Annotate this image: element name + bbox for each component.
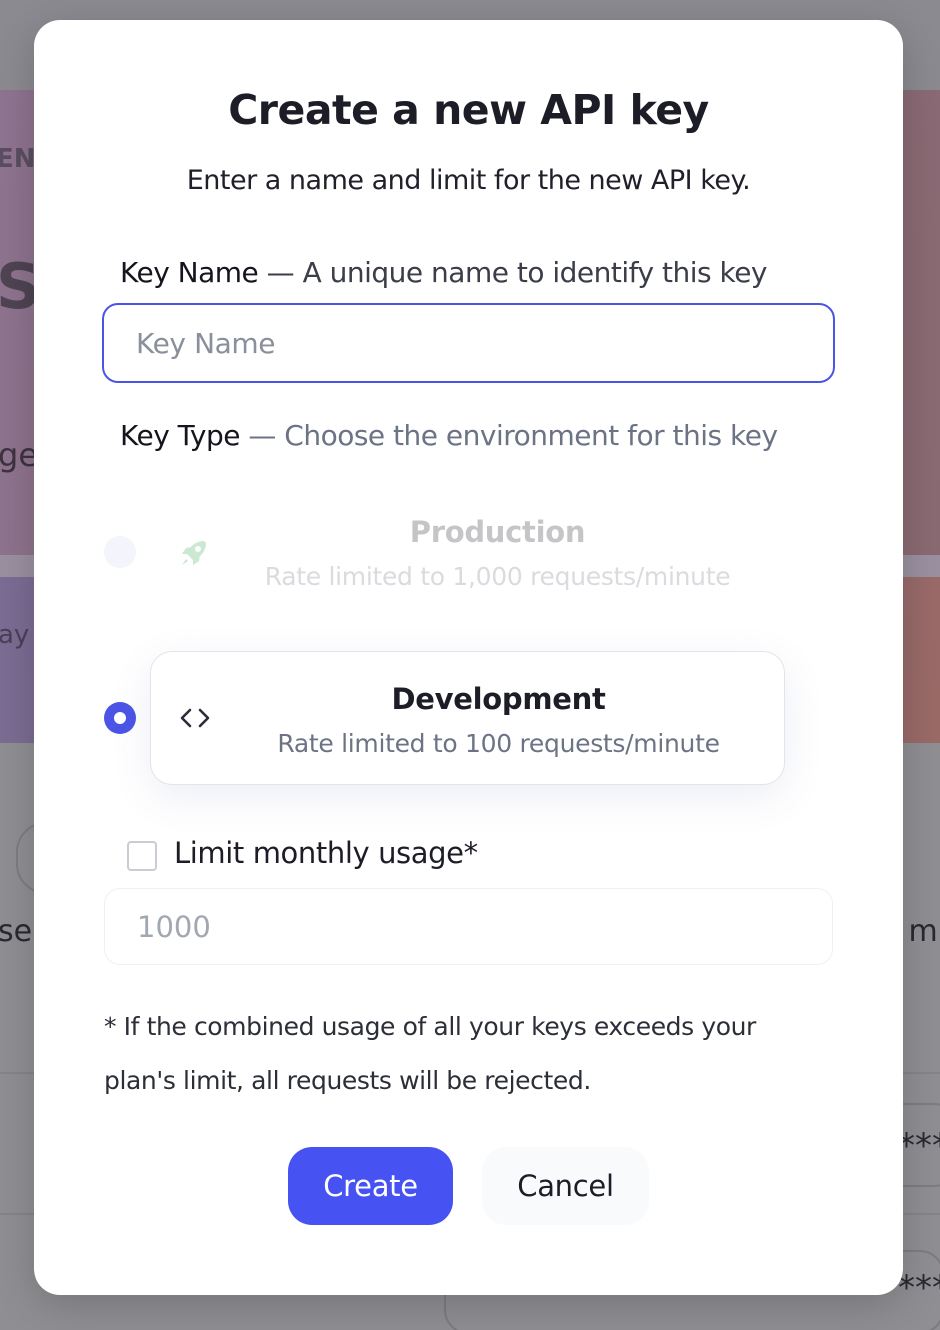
background-text: ge — [0, 436, 38, 474]
dialog-title: Create a new API key — [228, 86, 709, 134]
limit-monthly-usage-checkbox[interactable] — [127, 841, 157, 871]
production-title: Production — [409, 515, 586, 549]
development-option[interactable]: Development Rate limited to 100 requests… — [150, 651, 785, 785]
limit-monthly-usage-label[interactable]: Limit monthly usage* — [174, 836, 478, 870]
monthly-limit-input[interactable] — [104, 888, 833, 965]
cancel-button[interactable]: Cancel — [482, 1147, 649, 1225]
key-name-label: Key Name — A unique name to identify thi… — [120, 256, 767, 289]
create-button[interactable]: Create — [288, 1147, 453, 1225]
dialog-subtitle: Enter a name and limit for the new API k… — [186, 165, 751, 196]
production-option[interactable]: Production Rate limited to 1,000 request… — [150, 485, 785, 619]
production-radio[interactable] — [104, 536, 136, 568]
development-description: Rate limited to 100 requests/minute — [277, 729, 720, 758]
usage-footnote: * If the combined usage of all your keys… — [104, 1012, 756, 1095]
production-description: Rate limited to 1,000 requests/minute — [264, 562, 731, 591]
key-type-label: Key Type — Choose the environment for th… — [120, 419, 778, 452]
development-radio[interactable] — [104, 702, 136, 734]
background-text: se — [0, 914, 33, 949]
development-title: Development — [391, 682, 606, 716]
key-name-input[interactable] — [102, 303, 835, 383]
create-api-key-dialog: Create a new API key Enter a name and li… — [34, 20, 903, 1295]
key-name-label-text: Key Name — [120, 256, 259, 289]
key-type-label-text: Key Type — [120, 419, 240, 452]
key-type-hint: — Choose the environment for this key — [239, 419, 778, 452]
key-name-hint: — A unique name to identify this key — [258, 256, 768, 289]
